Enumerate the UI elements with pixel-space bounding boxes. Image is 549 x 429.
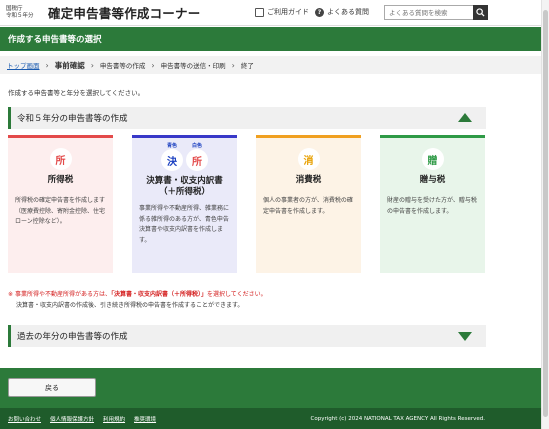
footer-link-contact[interactable]: お問い合わせ bbox=[8, 415, 41, 423]
blue-return-tag: 青色 bbox=[166, 143, 177, 149]
card-description: 個人の事業者の方が、消費税の確定申告書を作成します。 bbox=[263, 197, 353, 215]
card-description: 財産の贈与を受けた方が、贈与税の申告書を作成します。 bbox=[387, 197, 477, 215]
white-return-tag: 白色 bbox=[191, 143, 202, 149]
expand-icon bbox=[458, 332, 472, 341]
note-text: 事業所得や不動産所得がある方は、 bbox=[14, 291, 111, 298]
footer-link-privacy[interactable]: 個人情報保護方針 bbox=[50, 415, 94, 423]
note-subtext: 決算書・収支内訳書の作成後、引き続き所得税の申告書を作成することができます。 bbox=[16, 302, 244, 309]
faq-link[interactable]: ? よくある質問 bbox=[315, 7, 369, 17]
card-title: 所得税 bbox=[47, 175, 74, 185]
breadcrumb-step: 申告書等の送信・印刷 bbox=[160, 62, 226, 70]
income-tax-icon: 所 bbox=[186, 149, 208, 171]
chevron-right-icon: › bbox=[45, 60, 49, 70]
tax-year-label: 令和５年分 bbox=[6, 12, 34, 19]
note-emphasis: 「決算書・収支内訳書（＋所得税）」 bbox=[110, 291, 207, 298]
agency-logo[interactable]: 国税庁 令和５年分 bbox=[6, 6, 44, 20]
form-card-list: 所 所得税 所得税の確定申告書を作成します（医療費控除、寄附金控除、住宅ローン控… bbox=[8, 135, 485, 273]
section-past-years[interactable]: 過去の年分の申告書等の作成 bbox=[8, 325, 486, 347]
note-text: を選択してください。 bbox=[206, 291, 267, 298]
settlement-statement-card[interactable]: 青色 決 白色 所 決算書・収支内訳書 （＋所得税） 事業所得や不動産所得、雑業… bbox=[132, 135, 237, 273]
faq-link-label: よくある質問 bbox=[327, 8, 369, 16]
site-footer: お問い合わせ 個人情報保護方針 利用規約 推奨環境 Copyright (c) … bbox=[0, 408, 541, 429]
page-title: 作成する申告書等の選択 bbox=[0, 27, 541, 51]
gift-tax-icon: 贈 bbox=[421, 148, 444, 170]
consumption-tax-card[interactable]: 消 消費税 個人の事業者の方が、消費税の確定申告書を作成します。 bbox=[256, 135, 361, 273]
gift-tax-card[interactable]: 贈 贈与税 財産の贈与を受けた方が、贈与税の申告書を作成します。 bbox=[380, 135, 485, 273]
breadcrumb-step: 終了 bbox=[240, 62, 254, 70]
collapse-icon bbox=[458, 113, 472, 122]
guide-link[interactable]: ご利用ガイド bbox=[255, 7, 309, 17]
guide-link-label: ご利用ガイド bbox=[267, 8, 309, 16]
income-tax-card[interactable]: 所 所得税 所得税の確定申告書を作成します（医療費控除、寄附金控除、住宅ローン控… bbox=[8, 135, 113, 273]
section-current-year[interactable]: 令和５年分の申告書等の作成 bbox=[8, 107, 486, 129]
section-current-year-label: 令和５年分の申告書等の作成 bbox=[17, 114, 128, 124]
card-title: 消費税 bbox=[295, 175, 322, 185]
book-icon bbox=[255, 7, 264, 17]
footer-link-terms[interactable]: 利用規約 bbox=[103, 415, 125, 423]
card-description: 事業所得や不動産所得、雑業務に係る雑所得のある方が、青色申告決算書や収支内訳書を… bbox=[139, 205, 230, 244]
chevron-right-icon: › bbox=[231, 60, 235, 70]
agency-name: 国税庁 bbox=[6, 5, 23, 12]
note-mark: ※ bbox=[8, 291, 14, 298]
breadcrumb-top-link[interactable]: トップ画面 bbox=[7, 60, 40, 70]
site-header: 国税庁 令和５年分 確定申告書等作成コーナー ご利用ガイド ? よくある質問 bbox=[0, 0, 549, 26]
breadcrumb-step: 申告書等の作成 bbox=[99, 62, 146, 70]
site-title: 確定申告書等作成コーナー bbox=[48, 6, 201, 21]
search-input[interactable] bbox=[384, 5, 474, 20]
section-past-years-label: 過去の年分の申告書等の作成 bbox=[17, 332, 128, 342]
card-title: 決算書・収支内訳書 （＋所得税） bbox=[146, 176, 223, 197]
card-description: 所得税の確定申告書を作成します（医療費控除、寄附金控除、住宅ローン控除など）。 bbox=[15, 197, 106, 225]
footer-link-environment[interactable]: 推奨環境 bbox=[134, 415, 156, 423]
instruction-text: 作成する申告書等と年分を選択してください。 bbox=[8, 89, 145, 97]
copyright: Copyright (c) 2024 NATIONAL TAX AGENCY A… bbox=[310, 415, 485, 422]
card-title: 贈与税 bbox=[419, 175, 446, 185]
settlement-icon: 決 bbox=[161, 149, 183, 171]
settlement-icons: 青色 決 白色 所 bbox=[132, 142, 237, 171]
consumption-tax-icon: 消 bbox=[297, 148, 320, 170]
search-icon bbox=[476, 8, 485, 17]
scrollbar[interactable] bbox=[541, 0, 549, 429]
chevron-right-icon: › bbox=[90, 60, 94, 70]
breadcrumb-current: 事前確認 bbox=[54, 60, 85, 70]
chevron-right-icon: › bbox=[151, 60, 155, 70]
notice: ※ 事業所得や不動産所得がある方は、「決算書・収支内訳書（＋所得税）」を選択して… bbox=[8, 289, 267, 311]
back-button[interactable]: 戻る bbox=[8, 378, 96, 397]
header-links: ご利用ガイド ? よくある質問 bbox=[255, 7, 369, 17]
income-tax-icon: 所 bbox=[49, 148, 72, 170]
breadcrumb: トップ画面 › 事前確認 › 申告書等の作成 › 申告書等の送信・印刷 › 終了 bbox=[0, 56, 541, 74]
search-button[interactable] bbox=[473, 5, 488, 20]
scrollbar-thumb[interactable] bbox=[543, 10, 548, 417]
question-icon: ? bbox=[315, 7, 324, 17]
